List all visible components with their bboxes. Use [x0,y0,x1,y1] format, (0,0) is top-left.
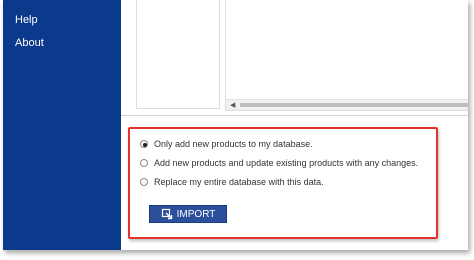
scroll-left-arrow-icon[interactable]: ◀ [230,101,235,109]
radio-option-label: Only add new products to my database. [154,139,313,149]
data-preview-pane[interactable]: ◀ [225,0,468,111]
product-list-pane[interactable] [136,0,220,109]
radio-button-selected[interactable] [140,140,148,148]
sidebar-item-about[interactable]: About [15,37,44,49]
import-button[interactable]: IMPORT [149,205,227,223]
divider [121,115,468,116]
horizontal-scrollbar[interactable]: ◀ [226,99,468,110]
sidebar-item-help[interactable]: Help [15,14,38,26]
app-window: Help About ◀ Only add new products to my… [3,0,468,250]
radio-option-replace-all[interactable]: Replace my entire database with this dat… [140,175,324,189]
radio-option-label: Replace my entire database with this dat… [154,177,324,187]
radio-button[interactable] [140,159,148,167]
main-content: ◀ Only add new products to my database. … [121,0,468,250]
sidebar: Help About [3,0,121,250]
radio-option-add-new[interactable]: Only add new products to my database. [140,137,313,151]
radio-option-label: Add new products and update existing pro… [154,158,419,168]
import-button-label: IMPORT [176,208,216,220]
radio-button[interactable] [140,178,148,186]
radio-option-add-and-update[interactable]: Add new products and update existing pro… [140,156,418,170]
scrollbar-thumb[interactable] [240,103,468,107]
import-icon [161,208,172,220]
